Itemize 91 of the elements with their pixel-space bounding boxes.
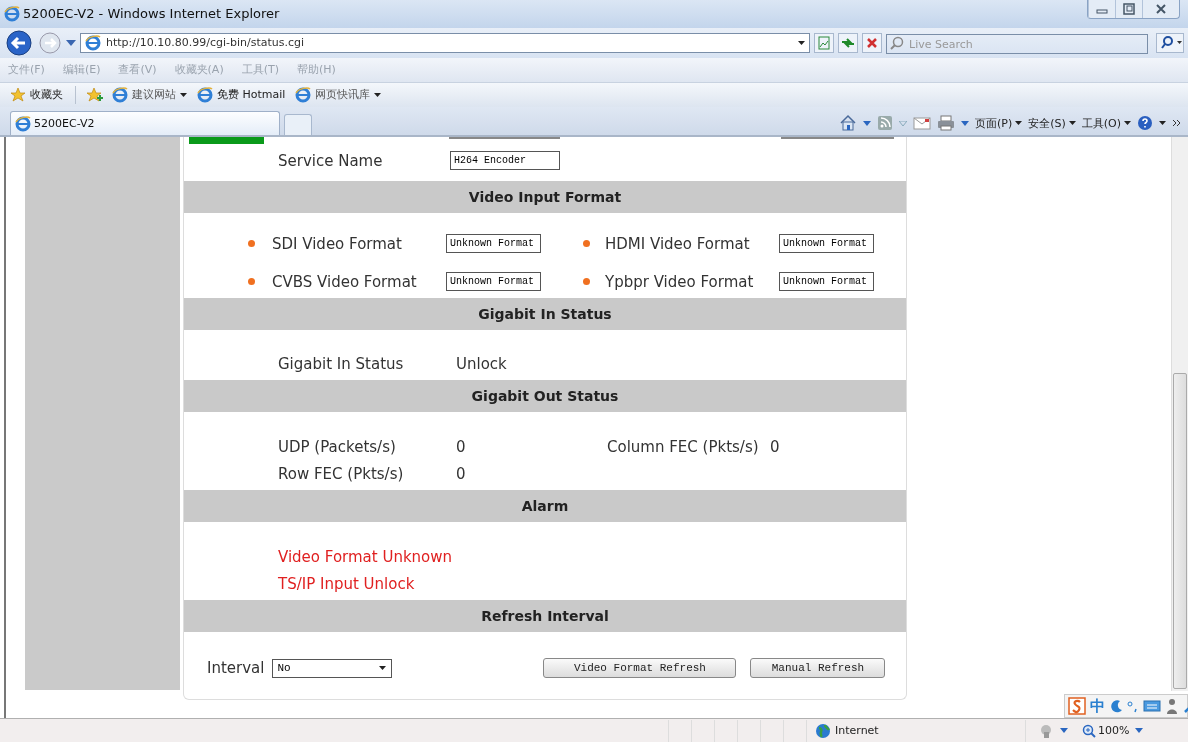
field-label: Column FEC (Pkts/s) [607,438,759,457]
forward-button[interactable] [38,30,62,55]
field-label: CVBS Video Format [272,272,418,291]
caret-icon [1159,121,1166,126]
section-header: Video Input Format [184,181,906,214]
alarm-message: TS/IP Input Unlock [278,575,415,594]
field-value: 0 [456,438,466,457]
field-value: 0 [770,438,780,457]
format-field[interactable]: Unknown Format [446,234,541,254]
command-menu[interactable]: 页面(P) [974,115,1023,131]
interval-dropdown[interactable]: No [272,658,393,678]
keyboard-icon[interactable] [1143,699,1161,714]
bullet-icon [583,278,590,286]
caret-icon [379,666,387,671]
ime-logo-icon[interactable] [1068,697,1086,716]
dropdown-icon[interactable] [66,39,76,46]
globe-icon [815,722,831,739]
address-field[interactable]: http://10.10.80.99/cgi-bin/status.cgi [80,32,810,53]
section-header: Gigabit Out Status [184,380,906,413]
printer-icon[interactable] [936,115,955,132]
dropdown-icon[interactable] [862,120,871,126]
browser-tab[interactable]: 5200EC-V2 [10,111,280,136]
field-label: Ypbpr Video Format [605,272,755,291]
figure-icon[interactable] [1165,698,1179,715]
stop-button[interactable] [862,32,882,53]
add-favorite-button[interactable] [86,86,104,103]
ie-icon [4,5,20,22]
field-value: Unlock [456,355,507,374]
field-label: HDMI Video Format [605,234,751,253]
scrollbar[interactable] [1171,137,1188,692]
ie-icon [15,115,31,132]
command-menu[interactable]: 安全(S) [1028,115,1076,131]
protected-mode-icon[interactable] [1038,722,1054,739]
field-label: Service Name [278,151,384,170]
service-name-field[interactable]: H264 Encoder [450,151,560,171]
feed-icon[interactable] [876,115,893,132]
favorites-link[interactable]: 网页快讯库 [293,85,384,104]
ie-icon [197,86,213,103]
format-field[interactable]: Unknown Format [779,234,874,254]
field-label: Row FEC (Pkts/s) [278,465,404,484]
section-header: Alarm [184,490,906,523]
refresh-button[interactable]: Video Format Refresh [543,658,737,679]
scrollbar-thumb[interactable] [1173,373,1187,690]
command-menu[interactable]: 工具(O) [1081,115,1131,131]
security-zone-label: Internet [835,724,879,738]
help-icon[interactable] [1137,115,1153,132]
bullet-icon [248,278,255,286]
refresh-button[interactable]: Manual Refresh [750,658,886,679]
format-field[interactable]: Unknown Format [446,272,541,292]
compatibility-button[interactable] [814,32,834,53]
ie-icon [112,86,128,103]
home-icon[interactable] [838,114,857,133]
caret-icon [1068,121,1076,126]
field-label: Interval [207,659,265,678]
caret-icon [1015,121,1023,126]
zoom-button[interactable]: 100% [1082,723,1130,738]
favorites-link[interactable]: 建议网站 [110,85,189,104]
field-value: 0 [456,465,466,484]
dropdown-icon[interactable] [1135,728,1144,734]
caret-icon [798,40,805,45]
search-icon [890,35,904,50]
punctuation-icon[interactable] [1127,699,1139,714]
ime-mode-button[interactable]: 中 [1090,696,1105,716]
refresh-button[interactable] [838,32,858,53]
search-button[interactable] [1156,32,1184,53]
favorites-link[interactable]: 免费 Hotmail [195,85,288,104]
favorites-button[interactable]: 收藏夹 [8,85,65,104]
caret-icon [180,92,187,97]
moon-icon[interactable] [1109,699,1123,714]
back-button[interactable] [4,28,34,57]
caret-icon [1124,121,1131,126]
zoom-icon [1082,723,1096,738]
window-title: 5200EC-V2 - Windows Internet Explorer [23,6,281,22]
field-label: SDI Video Format [272,234,403,253]
page-icon [85,34,101,51]
dropdown-icon[interactable] [1060,728,1068,734]
alarm-message: Video Format Unknown [278,548,453,567]
ie-icon [295,86,312,103]
star-icon [10,86,26,103]
field-label: Gigabit In Status [278,355,404,374]
section-header: Gigabit In Status [184,298,906,331]
bullet-icon [248,240,255,248]
bullet-icon [583,240,590,248]
dropdown-icon[interactable] [960,120,969,126]
format-field[interactable]: Unknown Format [779,272,874,292]
search-field[interactable]: Live Search [886,34,1148,55]
section-header: Refresh Interval [184,600,906,633]
chevron-icon[interactable] [1172,119,1182,128]
field-label: UDP (Packets/s) [278,438,396,457]
caret-icon [374,92,382,97]
mail-icon[interactable] [912,116,931,131]
